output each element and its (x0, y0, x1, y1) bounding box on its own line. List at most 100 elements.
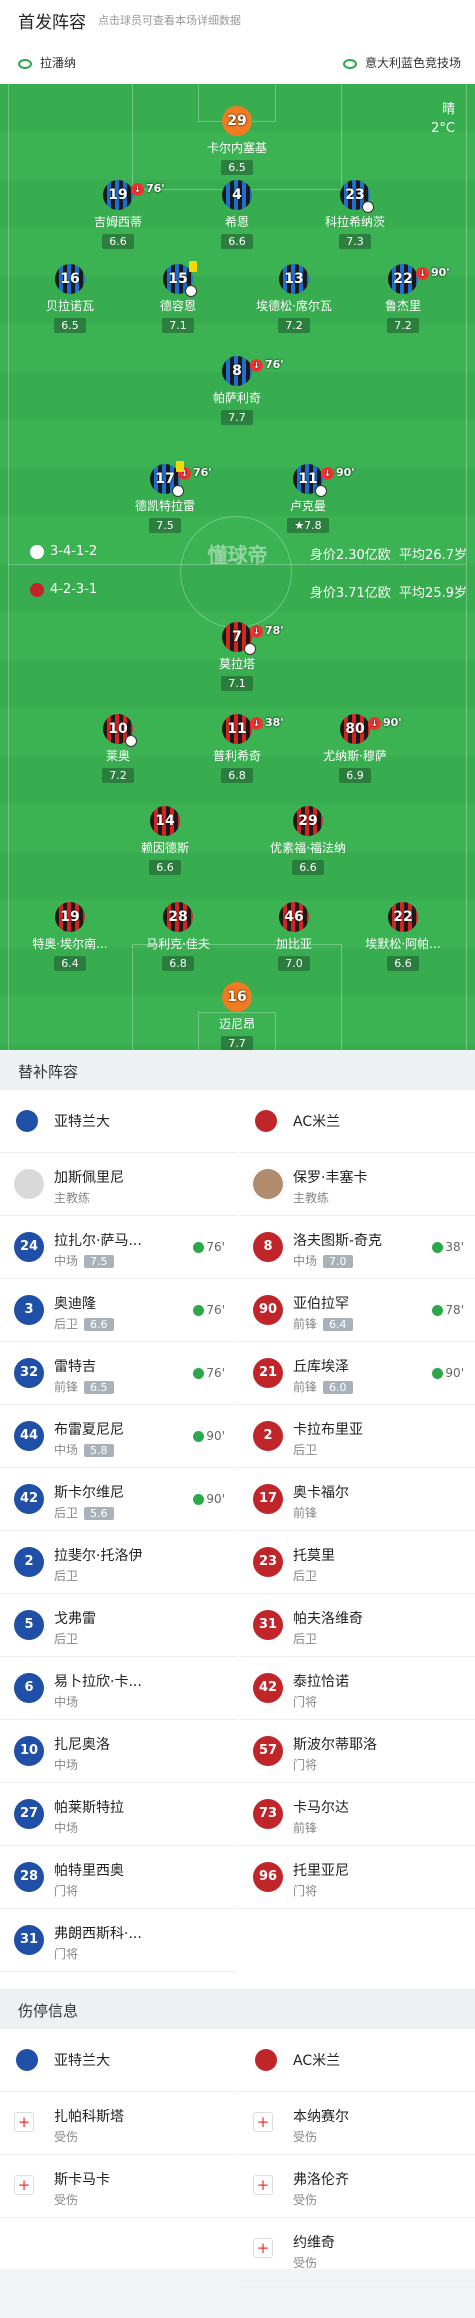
player-rating: 6.9 (339, 768, 371, 783)
sub-player-row[interactable]: 10 扎尼奥洛 中场 (0, 1720, 237, 1783)
player-name: 泰拉恰诺 (293, 1674, 349, 1690)
player-1[interactable]: 29 卡尔内塞基 6.5 (182, 106, 292, 175)
sub-player-row[interactable]: 17 奥卡福尔 前锋 (239, 1468, 475, 1531)
sub-player-row[interactable]: 96 托里亚尼 门将 (239, 1846, 475, 1909)
away-value: 身价3.71亿欧 (309, 586, 391, 601)
player-17[interactable]: 29 优素福·福法纳 6.6 (253, 806, 363, 875)
player-20[interactable]: 46 加比亚 7.0 (239, 902, 349, 971)
player-name: 拉斐尔·托洛伊 (54, 1548, 143, 1564)
away-team-name: AC米兰 (293, 1114, 341, 1130)
player-number: 8 ↓ 76' (222, 356, 284, 386)
player-number: 27 (14, 1799, 44, 1829)
player-position: 后卫 5.6 (54, 1504, 114, 1521)
player-position: 后卫 (54, 1569, 79, 1583)
atalanta-logo-icon (16, 1110, 38, 1132)
sub-player-row[interactable]: 3 奥迪隆 后卫 6.6 76' (0, 1279, 237, 1342)
player-5[interactable]: 16 贝拉诺瓦 6.5 (15, 264, 125, 333)
watermark-logo: 懂球帝 (207, 543, 268, 567)
sub-out-indicator: ↓ 78' (250, 616, 284, 646)
sub-player-row[interactable]: 2 卡拉布里亚 后卫 (239, 1405, 475, 1468)
player-7[interactable]: 13 埃德松·席尔瓦 7.2 (239, 264, 349, 333)
player-16[interactable]: 14 赖因德斯 6.6 (110, 806, 220, 875)
sub-player-row[interactable]: 8 洛夫图斯-奇克 中场 7.0 38' (239, 1216, 475, 1279)
sub-player-row[interactable]: 2 拉斐尔·托洛伊 后卫 (0, 1531, 237, 1594)
player-position: 前锋 6.0 (293, 1378, 353, 1395)
player-6[interactable]: 15 德容恩 7.1 (123, 261, 233, 333)
player-rating: 6.0 (323, 1381, 353, 1394)
player-rating: 6.6 (84, 1318, 114, 1331)
sub-player-row[interactable]: 42 泰拉恰诺 门将 (239, 1657, 475, 1720)
injury-row[interactable]: + 弗洛伦齐 受伤 (239, 2155, 475, 2218)
player-8[interactable]: 22 ↓ 90' 鲁杰里 7.2 (348, 264, 458, 333)
player-name: 帕特里西奥 (54, 1863, 124, 1879)
injury-status: 受伤 (293, 2256, 318, 2270)
goal-ball-icon (244, 643, 256, 655)
sub-player-row[interactable]: 57 斯波尔蒂耶洛 门将 (239, 1720, 475, 1783)
sub-player-row[interactable]: 27 帕莱斯特拉 中场 (0, 1783, 237, 1846)
player-name: 戈弗雷 (54, 1611, 96, 1627)
home-coach-row[interactable]: 加斯佩里尼 主教练 (0, 1153, 237, 1216)
player-number: 17 ↓ 76' (150, 461, 212, 497)
player-number: 29 (293, 806, 323, 836)
player-name: 弗洛伦齐 (293, 2172, 349, 2188)
sub-player-row[interactable]: 31 帕夫洛维奇 后卫 (239, 1594, 475, 1657)
player-3[interactable]: 4 希恩 6.6 (182, 180, 292, 249)
player-name: 卢克曼 (289, 499, 326, 513)
player-21[interactable]: 22 埃默松·阿帕... 6.6 (348, 902, 458, 971)
player-number: 4 (222, 180, 252, 210)
sub-player-row[interactable]: 32 雷特吉 前锋 6.5 76' (0, 1342, 237, 1405)
home-formation-label: 3-4-1-2 (50, 544, 98, 559)
away-stadium: 意大利蓝色竞技场 (342, 54, 461, 71)
sub-player-row[interactable]: 23 托莫里 后卫 (239, 1531, 475, 1594)
player-number: 96 (253, 1862, 283, 1892)
away-coach-row[interactable]: 保罗·丰塞卡 主教练 (239, 1153, 475, 1216)
player-15[interactable]: 80 ↓ 90' 尤纳斯·穆萨 6.9 (300, 714, 410, 783)
player-rating: 7.5 (84, 1255, 114, 1268)
player-name: 普利希奇 (212, 749, 261, 763)
sub-player-row[interactable]: 28 帕特里西奥 门将 (0, 1846, 237, 1909)
player-9[interactable]: 8 ↓ 76' 帕萨利奇 7.7 (182, 356, 292, 425)
player-12[interactable]: 7 ↓ 78' 莫拉塔 7.1 (182, 622, 292, 691)
player-rating: 6.5 (84, 1381, 114, 1394)
player-10[interactable]: 17 ↓ 76' 德凯特拉雷 7.5 (110, 461, 220, 533)
sub-player-row[interactable]: 24 拉扎尔·萨马... 中场 7.5 76' (0, 1216, 237, 1279)
sub-player-row[interactable]: 90 亚伯拉罕 前锋 6.4 78' (239, 1279, 475, 1342)
away-stadium-label: 意大利蓝色竞技场 (364, 56, 461, 70)
sub-out-indicator: ↓ 38' (250, 708, 284, 738)
injury-row[interactable]: + 约维奇 受伤 (239, 2218, 475, 2281)
player-14[interactable]: 11 ↓ 38' 普利希奇 6.8 (182, 714, 292, 783)
player-2[interactable]: 19 ↓ 76' 吉姆西蒂 6.6 (63, 180, 173, 249)
home-value: 身价2.30亿欧 (309, 548, 391, 563)
injury-row[interactable]: + 斯卡马卡 受伤 (0, 2155, 237, 2218)
player-name: 吉姆西蒂 (93, 215, 142, 229)
sub-in-indicator: 90' (193, 1492, 225, 1506)
player-11[interactable]: 11 ↓ 90' 卢克曼 ★7.8 (253, 464, 363, 533)
player-18[interactable]: 19 特奥·埃尔南... 6.4 (15, 902, 125, 971)
injury-row[interactable]: + 本纳赛尔 受伤 (239, 2092, 475, 2155)
sub-player-row[interactable]: 21 丘库埃泽 前锋 6.0 90' (239, 1342, 475, 1405)
player-name: 加比亚 (275, 937, 312, 951)
player-19[interactable]: 28 马利克·佳夫 6.8 (123, 902, 233, 971)
milan-logo-icon (255, 1110, 277, 1132)
player-rating: 7.2 (278, 318, 310, 333)
sub-player-row[interactable]: 44 布雷夏尼尼 中场 5.8 90' (0, 1405, 237, 1468)
coach-avatar (253, 1169, 283, 1199)
player-name: 扎帕科斯塔 (54, 2109, 124, 2125)
player-number: 14 (150, 806, 180, 836)
player-rating: 7.1 (162, 318, 194, 333)
sub-player-row[interactable]: 73 卡马尔达 前锋 (239, 1783, 475, 1846)
player-number: 31 (253, 1610, 283, 1640)
player-4[interactable]: 23 科拉希纳茨 7.3 (300, 180, 410, 249)
sub-player-row[interactable]: 5 戈弗雷 后卫 (0, 1594, 237, 1657)
sub-player-row[interactable]: 6 易卜拉欣·卡... 中场 (0, 1657, 237, 1720)
player-22[interactable]: 16 迈尼昂 7.7 (182, 982, 292, 1050)
player-number: 73 (253, 1799, 283, 1829)
sub-in-indicator: 90' (193, 1429, 225, 1443)
sub-player-row[interactable]: 31 弗朗西斯科·... 门将 (0, 1909, 237, 1972)
player-rating: 5.6 (84, 1507, 114, 1520)
player-13[interactable]: 10 莱奥 7.2 (63, 714, 173, 783)
sub-player-row[interactable]: 42 斯卡尔维尼 后卫 5.6 90' (0, 1468, 237, 1531)
injury-row[interactable]: + 扎帕科斯塔 受伤 (0, 2092, 237, 2155)
player-name: 本纳赛尔 (293, 2109, 349, 2125)
medical-cross-icon: + (253, 2238, 273, 2258)
